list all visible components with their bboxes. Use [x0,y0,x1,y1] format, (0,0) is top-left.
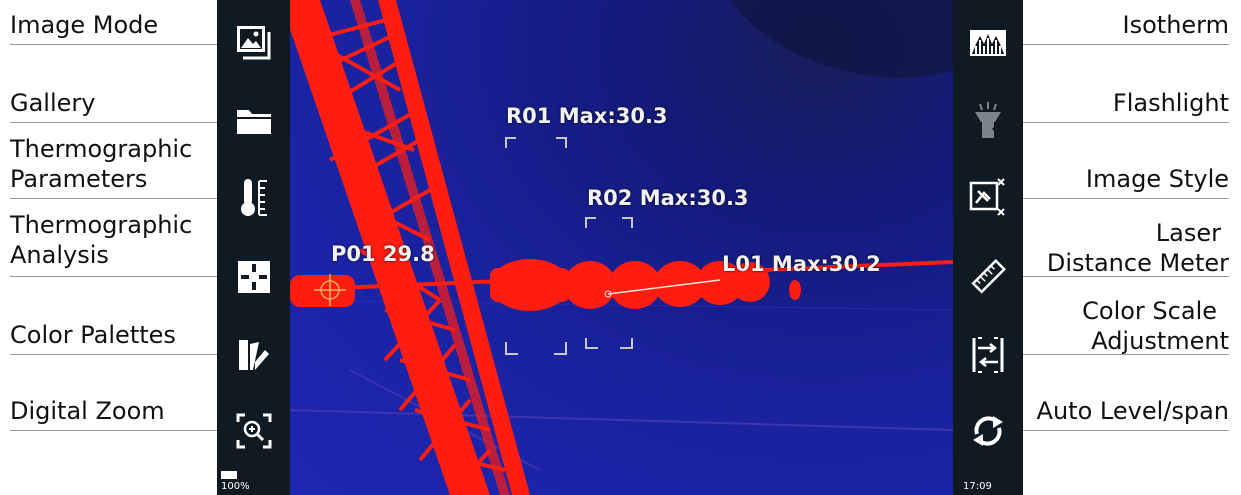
color-palette-icon [238,340,269,370]
label-auto-level-span: Auto Level/span [1036,397,1229,425]
leader-line [10,198,235,199]
left-toolbar: 100% [217,0,290,495]
label-line: Parameters [10,165,148,193]
auto-level-span-button[interactable] [967,410,1009,452]
leader-line [1005,198,1229,199]
label-line: Thermographic [10,135,193,163]
label-image-mode: Image Mode [10,11,159,39]
thermal-image-view: R01 Max:30.3 R02 Max:30.3 P01 29.8 L01 M… [290,0,953,495]
measurement-label-r02: R02 Max:30.3 [587,186,749,210]
label-color-palettes: Color Palettes [10,321,176,349]
label-line: Thermographic [10,211,193,239]
label-line: Laser [1155,219,1221,247]
label-image-style: Image Style [1085,165,1229,193]
analysis-crosshair-icon [237,261,270,293]
battery-percent: 100% [221,481,250,492]
leader-line [1005,430,1229,431]
image-style-icon [969,178,1005,216]
gallery-folder-icon [236,110,271,134]
leader-line [10,122,235,123]
leader-line [1005,122,1229,123]
leader-line [1005,276,1229,277]
label-line: Color Scale [1082,297,1217,325]
color-scale-adjustment-icon [972,337,1004,373]
label-thermographic-analysis: Thermographic Analysis [10,210,192,270]
auto-level-span-icon [973,416,1003,446]
label-line: Distance Meter [1046,249,1229,277]
thermometer-icon [240,179,267,216]
flashlight-button[interactable] [967,100,1009,142]
thermographic-parameters-button[interactable] [233,176,275,218]
measurement-label-p01: P01 29.8 [331,242,435,266]
image-mode-button[interactable] [233,22,275,64]
battery-icon [221,471,237,479]
label-flashlight: Flashlight [1112,89,1229,117]
clock-status: 17:09 [963,481,992,492]
image-style-button[interactable] [967,176,1009,218]
label-line: Adjustment [1091,327,1229,355]
digital-zoom-icon [236,413,271,449]
leader-line [10,276,235,277]
right-toolbar: 17:09 [953,0,1023,495]
color-palettes-button[interactable] [233,334,275,376]
thermal-camera-screen: 100% R01 Max:30.3 R02 Max:30.3 P01 29.8 … [217,0,1023,495]
label-digital-zoom: Digital Zoom [10,397,165,425]
leader-line [10,354,235,355]
laser-distance-meter-button[interactable] [967,256,1009,298]
label-color-scale-adjustment: Color Scale Adjustment [1082,296,1229,356]
label-laser-distance-meter: Laser Distance Meter [1047,218,1229,278]
color-scale-adjustment-button[interactable] [967,334,1009,376]
measurement-label-r01: R01 Max:30.3 [506,104,668,128]
battery-status: 100% [221,470,290,492]
label-thermographic-parameters: Thermographic Parameters [10,134,192,194]
leader-line [1005,44,1229,45]
leader-line [10,44,235,45]
isotherm-icon [970,30,1006,56]
label-line: Analysis [10,241,109,269]
label-isotherm: Isotherm [1122,11,1229,39]
label-gallery: Gallery [10,89,96,117]
digital-zoom-button[interactable] [233,410,275,452]
gallery-button[interactable] [233,100,275,142]
flashlight-icon [975,102,1005,140]
measurement-label-l01: L01 Max:30.2 [722,252,881,276]
image-mode-icon [236,26,270,60]
thermographic-analysis-button[interactable] [233,256,275,298]
isotherm-button[interactable] [967,22,1009,64]
leader-line [10,430,235,431]
leader-line [1005,354,1229,355]
laser-distance-meter-icon [971,258,1007,294]
